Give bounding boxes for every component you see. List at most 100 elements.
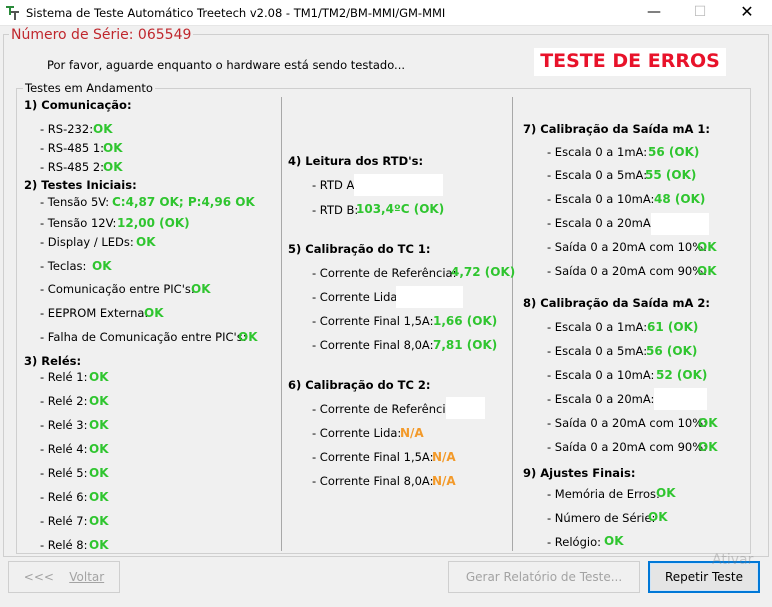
tensao-12v-label: - Tensão 12V: bbox=[40, 216, 117, 230]
falha-pic-value: OK bbox=[238, 330, 258, 344]
section-tc1: 5) Calibração do TC 1: bbox=[288, 242, 431, 256]
relogio-value: OK bbox=[604, 534, 624, 548]
rele-1-value: OK bbox=[89, 370, 109, 384]
rtd-a-value-box bbox=[354, 174, 443, 196]
rs485-1-value: OK bbox=[103, 141, 123, 155]
numero-serie-label: - Número de Série: bbox=[547, 511, 656, 525]
rs485-2-label: - RS-485 2: bbox=[40, 160, 105, 174]
rele-7-value: OK bbox=[89, 514, 109, 528]
ma1-saida-90-value: OK bbox=[697, 264, 717, 278]
ma2-saida-90-value: OK bbox=[698, 440, 718, 454]
ma2-escala-5-value: 56 (OK) bbox=[646, 344, 698, 358]
ma1-saida-90-label: - Saída 0 a 20mA com 90%: bbox=[547, 264, 708, 278]
rele-5-label: - Relé 5: bbox=[40, 466, 88, 480]
numero-serie-value: OK bbox=[648, 510, 668, 524]
section-reles: 3) Relés: bbox=[24, 354, 82, 368]
rele-2-label: - Relé 2: bbox=[40, 394, 88, 408]
ma2-escala-1-value: 61 (OK) bbox=[647, 320, 699, 334]
tc1-final-80-value: 7,81 (OK) bbox=[433, 338, 498, 352]
tc2-final-15-label: - Corrente Final 1,5A: bbox=[312, 450, 434, 464]
ma2-saida-10-label: - Saída 0 a 20mA com 10%: bbox=[547, 416, 708, 430]
rtd-a-label: - RTD A: bbox=[312, 178, 359, 192]
column-divider bbox=[281, 97, 282, 551]
error-test-title: TESTE DE ERROS bbox=[534, 48, 726, 76]
window-title: Sistema de Teste Automático Treetech v2.… bbox=[26, 6, 446, 20]
ma2-escala-5-label: - Escala 0 a 5mA: bbox=[547, 344, 648, 358]
rele-4-value: OK bbox=[89, 442, 109, 456]
ma1-escala-1-label: - Escala 0 a 1mA: bbox=[547, 145, 648, 159]
eeprom-value: OK bbox=[144, 306, 164, 320]
rele-3-label: - Relé 3: bbox=[40, 418, 88, 432]
ma1-escala-20-value-box bbox=[651, 213, 709, 235]
rs485-1-label: - RS-485 1: bbox=[40, 141, 105, 155]
treetech-logo-icon bbox=[6, 6, 19, 20]
ma2-saida-10-value: OK bbox=[698, 416, 718, 430]
ma1-saida-10-label: - Saída 0 a 20mA com 10%: bbox=[547, 240, 708, 254]
tc2-lida-value: N/A bbox=[400, 426, 424, 440]
memoria-erros-value: OK bbox=[656, 486, 676, 500]
ma2-escala-10-value: 52 (OK) bbox=[656, 368, 708, 382]
back-button-label: Voltar bbox=[69, 570, 105, 584]
section-rtd: 4) Leitura dos RTD's: bbox=[288, 154, 424, 168]
tests-group-title: Testes em Andamento bbox=[23, 81, 155, 95]
tc1-lida-label: - Corrente Lida: bbox=[312, 290, 402, 304]
serial-number-label: Número de Série: 065549 bbox=[9, 27, 194, 43]
rele-6-value: OK bbox=[89, 490, 109, 504]
tc2-lida-label: - Corrente Lida: bbox=[312, 426, 402, 440]
teclas-label: - Teclas: bbox=[40, 259, 87, 273]
maximize-button[interactable]: ☐ bbox=[677, 0, 723, 26]
tc1-lida-value-box bbox=[396, 286, 463, 308]
teclas-value: OK bbox=[92, 259, 112, 273]
rtd-b-value: 103,4ºC (OK) bbox=[356, 202, 445, 216]
section-tc2: 6) Calibração do TC 2: bbox=[288, 378, 431, 392]
ma2-saida-90-label: - Saída 0 a 20mA com 90%: bbox=[547, 440, 708, 454]
tc2-final-80-label: - Corrente Final 8,0A: bbox=[312, 474, 434, 488]
section-saida-ma-2: 8) Calibração da Saída mA 2: bbox=[523, 296, 710, 310]
ma2-escala-20-label: - Escala 0 a 20mA: bbox=[547, 392, 655, 406]
tc1-referencia-label: - Corrente de Referência: bbox=[312, 266, 457, 280]
rele-4-label: - Relé 4: bbox=[40, 442, 88, 456]
generate-report-button[interactable]: Gerar Relatório de Teste... bbox=[448, 561, 640, 593]
tc1-final-80-label: - Corrente Final 8,0A: bbox=[312, 338, 434, 352]
falha-pic-label: - Falha de Comunicação entre PIC's: bbox=[40, 330, 247, 344]
rele-3-value: OK bbox=[89, 418, 109, 432]
eeprom-label: - EEPROM Externa: bbox=[40, 306, 149, 320]
column-divider bbox=[512, 97, 513, 551]
tc1-final-15-label: - Corrente Final 1,5A: bbox=[312, 314, 434, 328]
tc2-referencia-value-box bbox=[446, 397, 485, 419]
tensao-5v-value: C:4,87 OK; P:4,96 OK bbox=[112, 195, 255, 209]
tensao-12v-value: 12,00 (OK) bbox=[117, 216, 190, 230]
section-ajustes-finais: 9) Ajustes Finais: bbox=[523, 466, 636, 480]
rele-5-value: OK bbox=[89, 466, 109, 480]
section-testes-iniciais: 2) Testes Iniciais: bbox=[24, 178, 137, 192]
ma1-escala-10-label: - Escala 0 a 10mA: bbox=[547, 192, 655, 206]
rele-8-value: OK bbox=[89, 538, 109, 552]
ma1-escala-20-label: - Escala 0 a 20mA: bbox=[547, 216, 655, 230]
section-saida-ma-1: 7) Calibração da Saída mA 1: bbox=[523, 122, 710, 136]
tc2-referencia-label: - Corrente de Referência: bbox=[312, 402, 457, 416]
back-button[interactable]: <<< Voltar bbox=[8, 561, 120, 593]
rs232-label: - RS-232: bbox=[40, 122, 94, 136]
display-leds-label: - Display / LEDs: bbox=[40, 235, 134, 249]
comunicacao-pic-value: OK bbox=[191, 282, 211, 296]
minimize-button[interactable]: — bbox=[631, 0, 677, 26]
display-leds-value: OK bbox=[136, 235, 156, 249]
tc2-final-80-value: N/A bbox=[432, 474, 456, 488]
ma1-escala-1-value: 56 (OK) bbox=[648, 145, 700, 159]
comunicacao-pic-label: - Comunicação entre PIC's: bbox=[40, 282, 195, 296]
ma1-escala-5-value: 55 (OK) bbox=[645, 168, 697, 182]
relogio-label: - Relógio: bbox=[547, 535, 601, 549]
rele-8-label: - Relé 8: bbox=[40, 538, 88, 552]
wait-message: Por favor, aguarde enquanto o hardware e… bbox=[47, 58, 406, 72]
ma1-escala-5-label: - Escala 0 a 5mA: bbox=[547, 168, 648, 182]
section-comunicacao: 1) Comunicação: bbox=[24, 98, 132, 112]
close-button[interactable]: ✕ bbox=[724, 0, 770, 26]
tc1-referencia-value: 4,72 (OK) bbox=[451, 265, 516, 279]
ma1-saida-10-value: OK bbox=[697, 240, 717, 254]
ma2-escala-1-label: - Escala 0 a 1mA: bbox=[547, 320, 648, 334]
ma2-escala-10-label: - Escala 0 a 10mA: bbox=[547, 368, 655, 382]
repeat-test-label: Repetir Teste bbox=[665, 570, 743, 584]
rtd-b-label: - RTD B: bbox=[312, 203, 359, 217]
rele-1-label: - Relé 1: bbox=[40, 370, 88, 384]
tensao-5v-label: - Tensão 5V: bbox=[40, 195, 110, 209]
